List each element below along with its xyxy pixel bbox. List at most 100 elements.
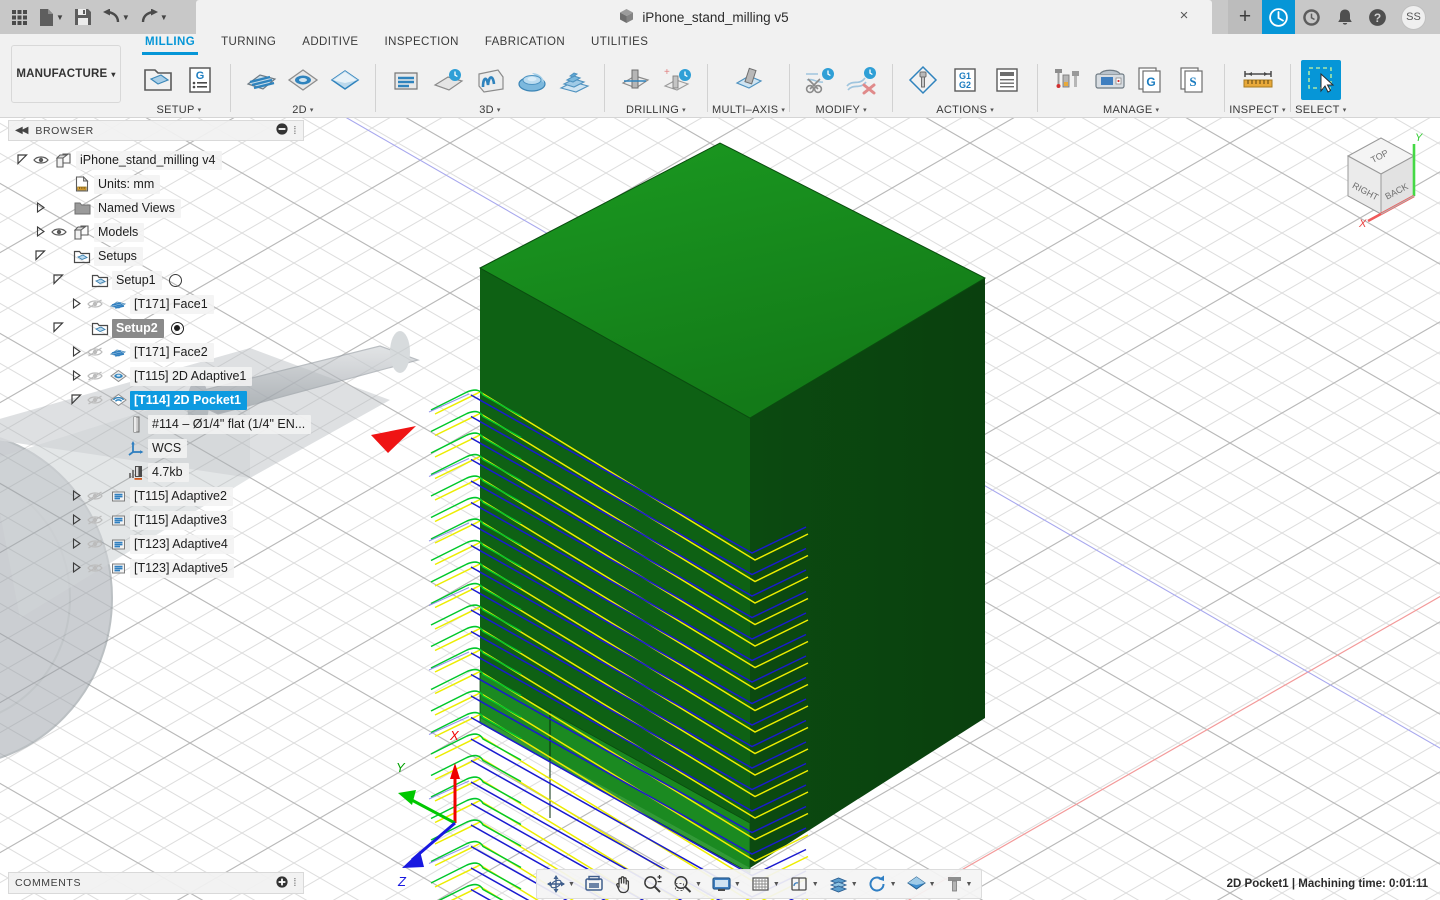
tab-inspection[interactable]: INSPECTION [372, 34, 472, 56]
template-library-s-icon[interactable]: S [1174, 60, 1214, 100]
chevron-down-icon[interactable] [50, 273, 66, 287]
setup-activate-radio[interactable] [168, 273, 182, 287]
chevron-right-icon[interactable] [32, 201, 48, 215]
drill-icon[interactable] [615, 60, 655, 100]
tree-row[interactable]: [T115] 2D Adaptive1 [8, 364, 304, 388]
simulate-icon[interactable] [903, 60, 943, 100]
resize-handle-icon[interactable]: ⁞ [293, 125, 297, 137]
new-tab-button[interactable]: + [1228, 0, 1262, 34]
pocket-2d-icon[interactable] [325, 60, 365, 100]
workspace-switcher[interactable]: MANUFACTURE ▾ [11, 45, 121, 103]
tree-row[interactable]: [T114] 2D Pocket1 [8, 388, 304, 412]
pocket-clearing-3d-icon[interactable] [428, 60, 468, 100]
probe-drill-icon[interactable]: + [657, 60, 697, 100]
stock-model[interactable]: X Y Z [350, 118, 1070, 900]
simulation-refresh-icon[interactable]: ▼ [863, 871, 901, 897]
collapse-left-icon[interactable]: ◀◀ [15, 125, 28, 136]
tree-row[interactable]: #114 – Ø1/4" flat (1/4" EN... [8, 412, 312, 436]
orbit-icon[interactable]: ▼ [542, 871, 579, 897]
view-cube[interactable]: TOP RIGHT BACK Y X [1318, 126, 1440, 252]
chevron-right-icon[interactable] [68, 537, 84, 551]
stock-visibility-icon[interactable]: ▼ [824, 871, 862, 897]
tab-milling[interactable]: MILLING [132, 34, 208, 56]
setup-folder-icon[interactable] [138, 60, 178, 100]
tree-row[interactable]: Setup2 [8, 316, 304, 340]
resize-handle-icon[interactable]: ⁞ [293, 877, 297, 889]
help-question-icon[interactable]: ? [1361, 0, 1394, 34]
tree-row[interactable]: 4.7kb [8, 460, 304, 484]
post-process-g-icon[interactable]: G [180, 60, 220, 100]
add-comment-icon[interactable] [276, 875, 288, 891]
tab-utilities[interactable]: UTILITIES [578, 34, 661, 56]
panel-actions-label[interactable]: ACTIONS ▾ [936, 102, 994, 117]
chevron-down-icon[interactable] [50, 321, 66, 335]
tree-row[interactable]: [T123] Adaptive4 [8, 532, 304, 556]
avatar[interactable]: SS [1401, 4, 1426, 30]
panel-multi-axis-label[interactable]: MULTI–AXIS ▾ [712, 102, 785, 117]
chevron-right-icon[interactable] [32, 225, 48, 239]
tree-row[interactable]: Models [8, 220, 304, 244]
tree-row[interactable]: Setups [8, 244, 304, 268]
tool-visibility-icon[interactable]: ▼ [941, 871, 977, 897]
face-2d-icon[interactable] [241, 60, 281, 100]
viewports-icon[interactable]: ▼ [785, 871, 823, 897]
chevron-down-icon[interactable]: ▾ [111, 70, 115, 79]
panel-3d-label[interactable]: 3D ▾ [479, 102, 501, 117]
hidden-eye-icon[interactable] [84, 561, 106, 575]
hidden-eye-icon[interactable] [84, 297, 106, 311]
chevron-down-icon[interactable]: ▼ [929, 881, 936, 888]
chevron-down-icon[interactable]: ▼ [851, 881, 858, 888]
chevron-down-icon[interactable] [32, 249, 48, 263]
grid-snaps-icon[interactable]: ▼ [746, 871, 784, 897]
redo-icon[interactable]: ▼ [136, 3, 172, 31]
hidden-eye-icon[interactable] [84, 369, 106, 383]
tree-row[interactable]: [T171] Face1 [8, 292, 304, 316]
scallop-3d-icon[interactable] [512, 60, 552, 100]
hidden-eye-icon[interactable] [84, 537, 106, 551]
notifications-bell-icon[interactable] [1328, 0, 1361, 34]
tool-library-icon[interactable] [1048, 60, 1088, 100]
visible-eye-icon[interactable] [30, 153, 52, 167]
chevron-right-icon[interactable] [68, 489, 84, 503]
close-icon[interactable]: × [1176, 8, 1192, 25]
multi-axis-swarf-icon[interactable] [729, 60, 769, 100]
tree-row[interactable]: [T115] Adaptive3 [8, 508, 304, 532]
toolpath-visibility-icon[interactable]: ▼ [902, 871, 940, 897]
job-status-icon[interactable] [1262, 0, 1295, 34]
chevron-down-icon[interactable]: ▼ [695, 881, 702, 888]
chevron-right-icon[interactable] [68, 369, 84, 383]
tree-row[interactable]: [T123] Adaptive5 [8, 556, 304, 580]
panel-setup-label[interactable]: SETUP ▾ [156, 102, 201, 117]
minimize-circle-icon[interactable] [276, 123, 288, 138]
save-icon[interactable] [70, 3, 96, 31]
tree-row[interactable]: WCS [8, 436, 304, 460]
chevron-right-icon[interactable] [68, 561, 84, 575]
panel-2d-label[interactable]: 2D ▾ [292, 102, 314, 117]
setup-sheet-icon[interactable] [987, 60, 1027, 100]
adaptive-2d-icon[interactable] [283, 60, 323, 100]
panel-drilling-label[interactable]: DRILLING ▾ [626, 102, 686, 117]
tree-row[interactable]: iPhone_stand_milling v4 [8, 148, 304, 172]
tree-row[interactable]: [T115] Adaptive2 [8, 484, 304, 508]
trim-toolpath-icon[interactable] [800, 60, 840, 100]
chevron-down-icon[interactable] [68, 393, 84, 407]
machine-library-icon[interactable] [1090, 60, 1130, 100]
chevron-down-icon[interactable]: ▼ [56, 13, 64, 22]
post-library-g-icon[interactable]: G [1132, 60, 1172, 100]
hidden-eye-icon[interactable] [84, 393, 106, 407]
recent-activity-clock-icon[interactable] [1295, 0, 1328, 34]
tab-additive[interactable]: ADDITIVE [289, 34, 371, 56]
tab-turning[interactable]: TURNING [208, 34, 289, 56]
tree-row[interactable]: [T171] Face2 [8, 340, 304, 364]
pan-hand-icon[interactable] [609, 871, 637, 897]
document-tab[interactable]: iPhone_stand_milling v5 × [196, 0, 1212, 34]
apps-grid-icon[interactable] [7, 3, 32, 31]
chevron-down-icon[interactable]: ▼ [568, 881, 575, 888]
delete-toolpath-icon[interactable] [842, 60, 882, 100]
tree-row[interactable]: Units: mm [8, 172, 304, 196]
parallel-3d-icon[interactable] [470, 60, 510, 100]
zoom-plusminus-icon[interactable] [638, 871, 667, 897]
undo-icon[interactable]: ▼ [98, 3, 134, 31]
chevron-right-icon[interactable] [68, 345, 84, 359]
chevron-down-icon[interactable]: ▼ [160, 13, 168, 22]
